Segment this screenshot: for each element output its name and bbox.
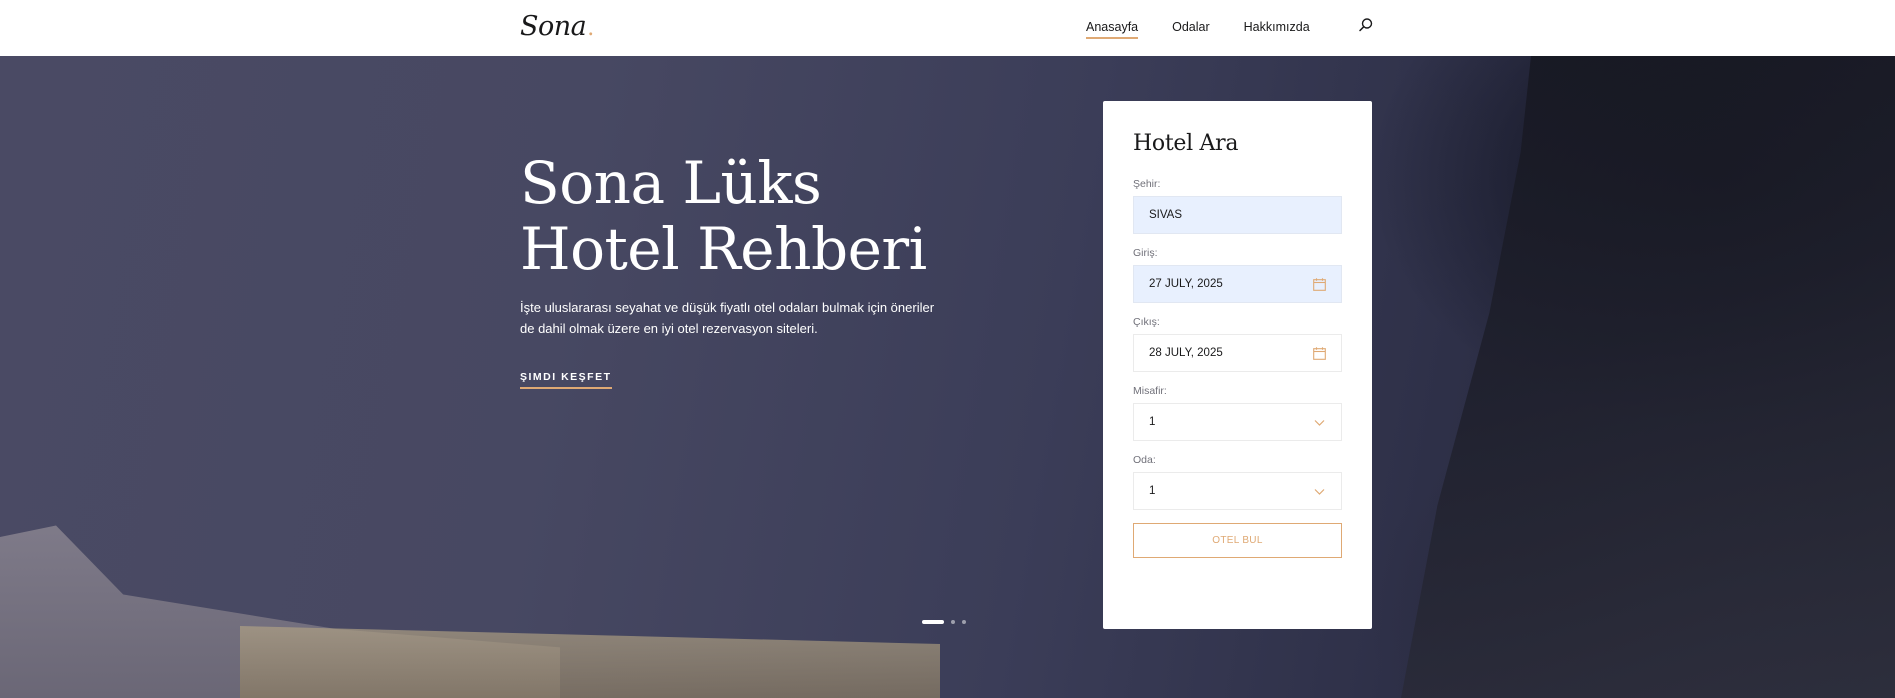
room-value: 1 (1149, 485, 1156, 497)
slider-dot-3[interactable] (962, 620, 966, 624)
hotel-search-form: Hotel Ara Şehir: SIVAS Giriş: 27 JULY, 2… (1103, 101, 1372, 629)
city-label: Şehir: (1133, 178, 1161, 190)
calendar-icon[interactable] (1313, 346, 1326, 360)
find-hotel-button[interactable]: OTEL BUL (1133, 523, 1342, 558)
hero-description: İşte uluslararası seyahat ve düşük fiyat… (520, 300, 935, 336)
form-title: Hotel Ara (1133, 131, 1239, 156)
checkout-value: 28 JULY, 2025 (1149, 347, 1223, 359)
explore-now-link[interactable]: ŞIMDI KEŞFET (520, 371, 612, 389)
checkout-label: Çıkış: (1133, 316, 1160, 328)
calendar-icon[interactable] (1313, 277, 1326, 291)
nav-item-hakkimizda[interactable]: Hakkımızda (1244, 20, 1310, 39)
hero-background-cliff (1401, 56, 1895, 698)
checkin-value: 27 JULY, 2025 (1149, 278, 1223, 290)
guest-select[interactable]: 1 (1133, 403, 1342, 441)
guest-value: 1 (1149, 416, 1156, 428)
hero-section (0, 56, 1895, 698)
hero-background-terrace (240, 626, 940, 698)
slider-dot-2[interactable] (951, 620, 955, 624)
checkin-label: Giriş: (1133, 247, 1158, 259)
chevron-down-icon (1314, 419, 1325, 426)
checkin-date-input[interactable]: 27 JULY, 2025 (1133, 265, 1342, 303)
chevron-down-icon (1314, 488, 1325, 495)
nav-item-odalar[interactable]: Odalar (1172, 20, 1210, 39)
guest-label: Misafir: (1133, 385, 1167, 397)
search-icon[interactable] (1358, 17, 1374, 33)
logo[interactable]: Sona. (520, 11, 594, 42)
nav-item-anasayfa[interactable]: Anasayfa (1086, 20, 1139, 39)
hero-title-line1: Sona Lüks (520, 149, 822, 217)
room-select[interactable]: 1 (1133, 472, 1342, 510)
logo-text: Sona (520, 11, 587, 42)
site-header: Sona. Anasayfa Odalar Hakkımızda (0, 0, 1895, 56)
hero-title: Sona Lüks Hotel Rehberi (520, 150, 927, 282)
main-nav: Anasayfa Odalar Hakkımızda (1086, 20, 1344, 39)
slider-dots (922, 620, 973, 624)
slider-dot-1[interactable] (922, 620, 944, 624)
hero-title-line2: Hotel Rehberi (520, 215, 927, 283)
logo-dot: . (587, 16, 594, 41)
city-value: SIVAS (1149, 209, 1183, 221)
city-input[interactable]: SIVAS (1133, 196, 1342, 234)
checkout-date-input[interactable]: 28 JULY, 2025 (1133, 334, 1342, 372)
room-label: Oda: (1133, 454, 1156, 466)
